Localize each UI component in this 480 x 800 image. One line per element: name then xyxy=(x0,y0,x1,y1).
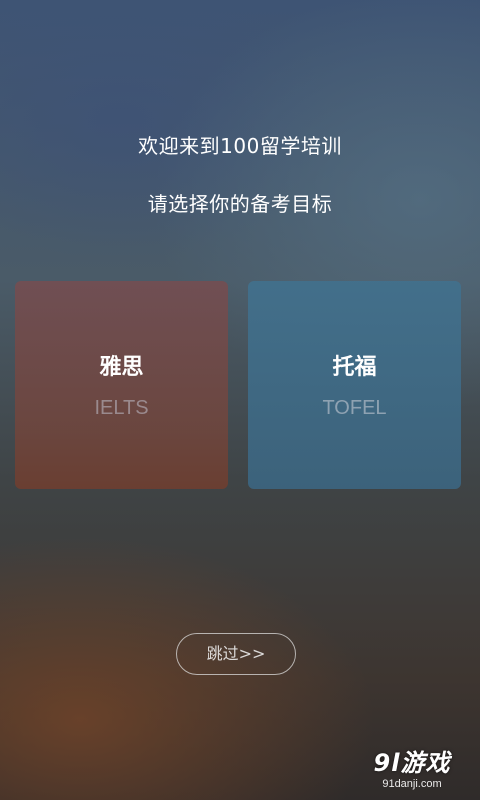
tofel-subtitle: TOFEL xyxy=(322,397,387,419)
choose-target-text: 请选择你的备考目标 xyxy=(147,192,333,216)
ielts-option-card[interactable]: 雅思 IELTS xyxy=(15,281,228,489)
ielts-title: 雅思 xyxy=(99,355,144,380)
welcome-text: 欢迎来到100留学培训 xyxy=(138,134,342,158)
watermark-logo: 9l游戏 xyxy=(373,749,451,777)
watermark-url: 91danji.com xyxy=(382,778,442,790)
skip-button[interactable]: 跳过>> xyxy=(176,633,296,675)
ielts-subtitle: IELTS xyxy=(94,397,149,419)
tofel-title: 托福 xyxy=(332,355,377,380)
watermark: 9l游戏 91danji.com xyxy=(358,748,466,790)
tofel-option-card[interactable]: 托福 TOFEL xyxy=(248,281,461,489)
